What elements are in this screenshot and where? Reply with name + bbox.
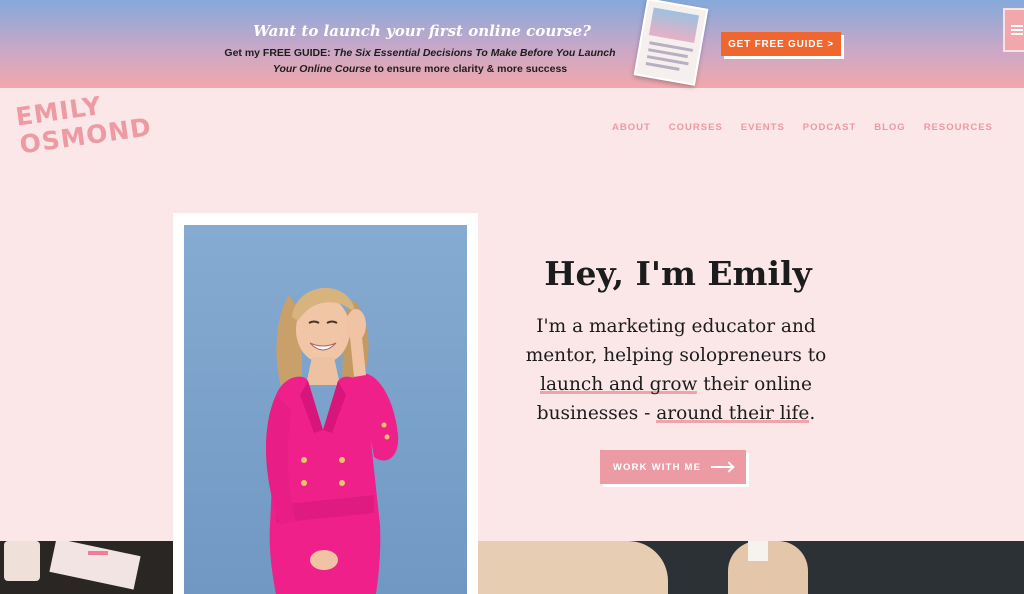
nav-item-courses[interactable]: COURSES [669,122,723,133]
portrait-illustration [184,225,467,594]
banner-subtext: Get my FREE GUIDE: The Six Essential Dec… [222,45,618,77]
hero-body-part-1: I'm a marketing educator and mentor, hel… [525,316,827,366]
nav-item-blog[interactable]: BLOG [874,122,905,133]
menu-icon [1011,25,1023,35]
hero-photo-frame [173,213,478,594]
cup-shape [4,541,40,581]
main-nav: ABOUT COURSES EVENTS PODCAST BLOG RESOUR… [612,122,1011,133]
banner-sub-prefix: Get my FREE GUIDE: [224,47,334,59]
hero-description: I'm a marketing educator and mentor, hel… [506,312,846,428]
desk-photo-left [0,541,173,594]
get-free-guide-button[interactable]: GET FREE GUIDE > [721,32,841,56]
hero-portrait-photo [184,225,467,594]
sleeve-shape [478,541,668,594]
hero-title: Hey, I'm Emily [544,254,812,293]
cuff-shape [748,541,768,561]
work-with-me-button[interactable]: WORK WITH ME [600,450,746,484]
notebook-accent [88,551,108,555]
cover-photo [648,7,700,44]
nav-item-resources[interactable]: RESOURCES [924,122,993,133]
guide-cover-image[interactable] [633,0,709,86]
highlight-launch-grow: launch and grow [540,374,698,395]
hero-body-end: . [809,403,816,424]
nav-item-podcast[interactable]: PODCAST [803,122,856,133]
meeting-photo-right [478,541,1024,594]
site-logo[interactable]: EMILY OSMOND [14,85,154,159]
work-with-me-label: WORK WITH ME [612,461,702,473]
promo-banner: Want to launch your first online course?… [0,0,1024,88]
cover-text-line [645,61,680,71]
nav-item-about[interactable]: ABOUT [612,122,651,133]
banner-sub-suffix: to ensure more clarity & more success [371,63,568,75]
highlight-around-life: around their life [656,403,810,424]
menu-toggle-button[interactable] [1003,8,1024,52]
notebook-shape [49,541,141,590]
arrow-right-icon [711,466,734,468]
banner-headline: Want to launch your first online course? [253,22,591,40]
nav-item-events[interactable]: EVENTS [741,122,785,133]
sleeve-shape [728,541,808,594]
